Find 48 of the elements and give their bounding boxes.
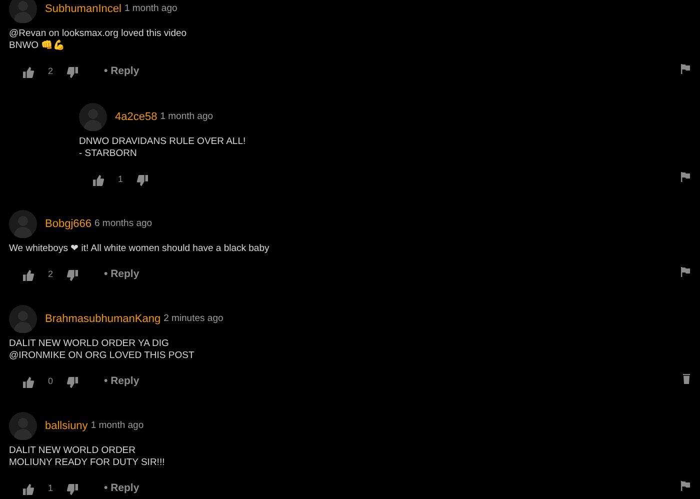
- like-count: 2: [48, 65, 54, 78]
- comment-text: @IRONMIKE ON ORG LOVED THIS POST: [9, 350, 196, 362]
- username[interactable]: BrahmasubhumanKang: [45, 310, 161, 328]
- comment-text: We whiteboys ❤ it! All white women should have a black baby: [9, 243, 270, 255]
- like-count: 1: [118, 173, 124, 186]
- username[interactable]: 4a2ce58: [115, 108, 158, 126]
- thumbs-up-icon[interactable]: [23, 484, 34, 494]
- timestamp: 2 minutes ago: [164, 312, 224, 326]
- thumbs-up-icon[interactable]: [23, 66, 34, 78]
- thumbs-up-icon[interactable]: [23, 270, 34, 280]
- thumbs-up-icon[interactable]: [93, 174, 104, 186]
- like-count: 0: [48, 375, 54, 388]
- comment-text: DNWO DRAVIDANS RULE OVER ALL!: [79, 136, 247, 148]
- reply-button[interactable]: • Reply: [104, 267, 140, 283]
- comment-text: DALIT NEW WORLD ORDER: [9, 445, 137, 457]
- username[interactable]: Bobgj666: [45, 216, 92, 232]
- thumbs-down-icon[interactable]: [67, 270, 78, 280]
- avatar-icon: [9, 305, 37, 333]
- avatar-icon: [79, 103, 107, 131]
- reply-button[interactable]: • Reply: [104, 64, 140, 80]
- comment-text: MOLIUNY READY FOR DUTY SIR!!!: [9, 457, 166, 469]
- comment-text: - STARBORN: [79, 148, 138, 160]
- timestamp: 1 month ago: [124, 2, 178, 16]
- flag-icon[interactable]: [681, 172, 690, 182]
- flag-icon[interactable]: [681, 266, 690, 276]
- username[interactable]: ballsiuny: [45, 418, 88, 434]
- thumbs-down-icon[interactable]: [67, 376, 78, 388]
- username[interactable]: SubhumanIncel: [45, 0, 122, 18]
- avatar-icon: [9, 412, 37, 440]
- timestamp: 1 month ago: [90, 418, 144, 433]
- flag-icon[interactable]: [681, 480, 690, 490]
- reply-button[interactable]: • Reply: [104, 374, 140, 390]
- reply-button[interactable]: • Reply: [104, 481, 140, 497]
- comment-text: BNWO 👊💪: [9, 40, 66, 52]
- avatar-icon: [9, 210, 37, 238]
- timestamp: 6 months ago: [94, 216, 152, 231]
- thumbs-up-icon[interactable]: [23, 376, 34, 388]
- like-count: 2: [48, 268, 54, 282]
- comment-text: DALIT NEW WORLD ORDER YA DIG: [9, 338, 170, 350]
- comment-text: @Revan on looksmax.org loved this video: [9, 28, 188, 40]
- thumbs-down-icon[interactable]: [67, 66, 78, 78]
- avatar-icon: [9, 0, 37, 23]
- timestamp: 1 month ago: [160, 110, 214, 124]
- thumbs-down-icon[interactable]: [137, 174, 148, 186]
- like-count: 1: [48, 482, 54, 496]
- flag-icon[interactable]: [681, 64, 690, 74]
- trash-icon[interactable]: [683, 374, 690, 384]
- thumbs-down-icon[interactable]: [67, 484, 78, 494]
